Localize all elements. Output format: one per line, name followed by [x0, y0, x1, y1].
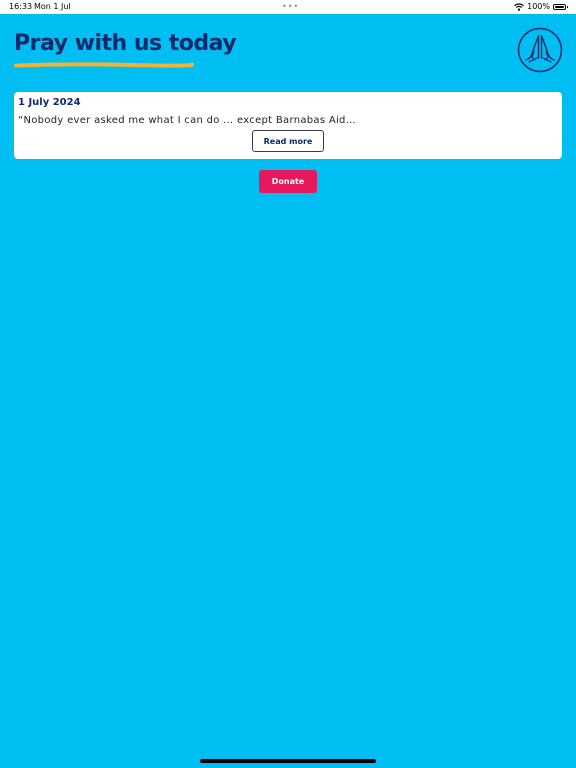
card-excerpt: “Nobody ever asked me what I can do … ex…	[18, 115, 356, 126]
donate-button[interactable]: Donate	[259, 170, 317, 193]
multitasking-dots-icon[interactable]: •••	[282, 2, 299, 11]
status-bar: 16:33 Mon 1 Jul ••• 100%	[0, 0, 576, 14]
card-date: 1 July 2024	[18, 97, 81, 108]
status-indicators: 100%	[514, 2, 568, 11]
wifi-icon	[514, 2, 525, 11]
home-indicator[interactable]	[200, 759, 376, 763]
prayer-card: 1 July 2024 “Nobody ever asked me what I…	[14, 92, 562, 159]
status-time: 16:33	[9, 2, 33, 11]
status-date: Mon 1 Jul	[34, 2, 71, 11]
battery-icon	[553, 3, 568, 10]
title-underline	[14, 62, 194, 68]
praying-hands-icon[interactable]	[517, 27, 563, 73]
read-more-button[interactable]: Read more	[252, 130, 324, 152]
battery-percentage: 100%	[527, 2, 550, 11]
page-title: Pray with us today	[14, 31, 237, 56]
